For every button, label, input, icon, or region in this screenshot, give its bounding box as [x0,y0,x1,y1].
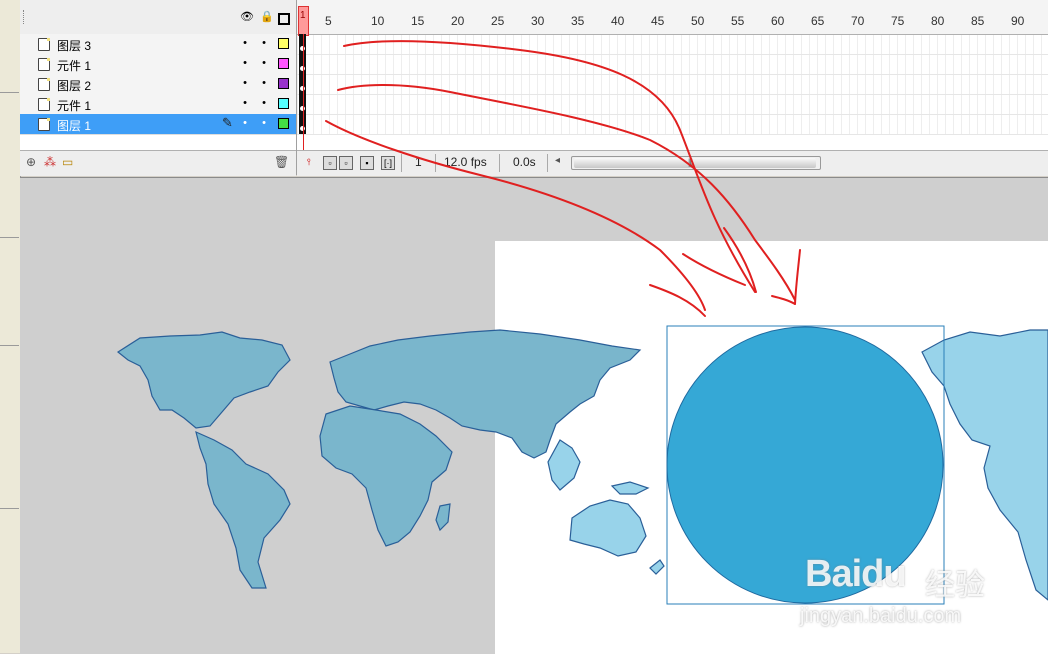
visibility-dot[interactable]: • [242,37,248,49]
ruler-label: 50 [691,14,705,28]
panel-divider [0,345,19,346]
layer-row[interactable]: 图层 2 • • [20,74,296,95]
ruler-label: 5 [325,14,332,28]
layer-color-swatch[interactable] [278,118,289,129]
outline-icon[interactable] [278,13,290,25]
baidu-watermark-url: jingyan.baidu.com [800,605,962,627]
lock-icon[interactable]: 🔒 [260,12,274,23]
left-panel-strip [0,0,21,653]
frame-rate-field[interactable]: 12.0 fps [444,155,487,169]
visibility-dot[interactable]: • [242,117,248,129]
layer-tools-bar: ⊕ ⁂ ▭ 🗑 [20,150,296,176]
layer-icon [38,38,50,51]
layer-name: 元件 1 [57,99,92,113]
layer-list-header: 👁 🔒 [20,0,296,35]
ruler-label: 40 [611,14,625,28]
ruler-label: 55 [731,14,745,28]
ruler-label: 90 [1011,14,1025,28]
timeline-horizontal-scrollbar[interactable]: ||| [571,156,821,170]
panel-divider [0,237,19,238]
ruler-label: 65 [811,14,825,28]
layer-row[interactable]: 元件 1 • • [20,94,296,115]
layer-row-selected[interactable]: 图层 1 ✎ • • [20,114,296,135]
insert-folder-icon[interactable]: ▭ [62,155,73,169]
ruler-label: 35 [571,14,585,28]
grip-icon: ||| [688,157,693,167]
frame-row[interactable] [297,94,1048,115]
ruler-label: 25 [491,14,505,28]
layer-icon [38,58,50,71]
modify-onion-markers-icon[interactable]: [·] [381,156,395,170]
visibility-dot[interactable]: • [242,97,248,109]
ruler-label: 45 [651,14,665,28]
layer-name: 图层 3 [57,39,92,53]
lock-dot[interactable]: • [261,117,267,129]
ruler-label: 15 [411,14,425,28]
baidu-watermark-logo: Baidu [805,553,907,595]
layer-row[interactable]: 图层 3 • • [20,34,296,55]
playhead-label: 1 [300,10,306,21]
ruler-label: 70 [851,14,865,28]
divider [547,154,548,172]
add-motion-guide-icon[interactable]: ⁂ [44,155,56,169]
lock-dot[interactable]: • [261,97,267,109]
lock-dot[interactable]: • [261,37,267,49]
ruler-label: 60 [771,14,785,28]
elapsed-time-field: 0.0s [513,155,536,169]
visibility-dot[interactable]: • [242,77,248,89]
panel-grip[interactable] [23,10,26,24]
ruler-label: 30 [531,14,545,28]
layer-icon [38,98,50,111]
delete-layer-icon[interactable]: 🗑 [274,155,289,169]
eye-icon[interactable]: 👁 [240,12,254,23]
lock-dot[interactable]: • [261,77,267,89]
ruler-label: 80 [931,14,945,28]
layer-color-swatch[interactable] [278,58,289,69]
lock-dot[interactable]: • [261,57,267,69]
timeline-status-bar: ⫯ ▫ ▫ ▪ [·] 1 12.0 fps 0.0s ◂ ||| [297,150,1048,176]
baidu-watermark-text: 经验 [925,568,985,603]
divider [401,154,402,172]
frame-row[interactable] [297,74,1048,95]
panel-divider [0,92,19,93]
layer-name: 图层 1 [57,119,92,133]
onion-skin-icon[interactable]: ▫ [323,156,337,170]
frame-area: 5 10 15 20 25 30 35 40 45 50 55 60 65 70… [297,0,1048,176]
ruler-label: 75 [891,14,905,28]
layer-color-swatch[interactable] [278,78,289,89]
divider [435,154,436,172]
pencil-icon: ✎ [222,115,233,130]
divider [499,154,500,172]
playhead[interactable]: 1 [298,6,309,36]
timeline-panel: 👁 🔒 图层 3 • • 元件 1 • • 图层 2 • • 元件 1 • • … [20,0,1048,176]
center-frame-icon[interactable]: ⫯ [303,156,315,168]
layer-icon [38,78,50,91]
ruler-label: 10 [371,14,385,28]
panel-divider [0,508,19,509]
layer-icon [38,118,50,131]
layer-list: 👁 🔒 图层 3 • • 元件 1 • • 图层 2 • • 元件 1 • • … [20,0,297,176]
ruler-label: 85 [971,14,985,28]
current-frame-field: 1 [415,155,422,169]
frame-row[interactable] [297,54,1048,75]
layer-color-swatch[interactable] [278,38,289,49]
ruler-label: 20 [451,14,465,28]
layer-name: 图层 2 [57,79,92,93]
insert-layer-icon[interactable]: ⊕ [26,155,36,169]
frame-row[interactable] [297,114,1048,135]
edit-multiple-frames-icon[interactable]: ▪ [360,156,374,170]
visibility-dot[interactable]: • [242,57,248,69]
scroll-left-arrow-icon[interactable]: ◂ [555,155,560,166]
frame-ruler[interactable]: 5 10 15 20 25 30 35 40 45 50 55 60 65 70… [297,0,1048,36]
layer-color-swatch[interactable] [278,98,289,109]
onion-skin-outline-icon[interactable]: ▫ [339,156,353,170]
layer-row[interactable]: 元件 1 • • [20,54,296,75]
scrollbar-thumb[interactable]: ||| [574,157,816,168]
frame-row[interactable] [297,34,1048,55]
layer-name: 元件 1 [57,59,92,73]
